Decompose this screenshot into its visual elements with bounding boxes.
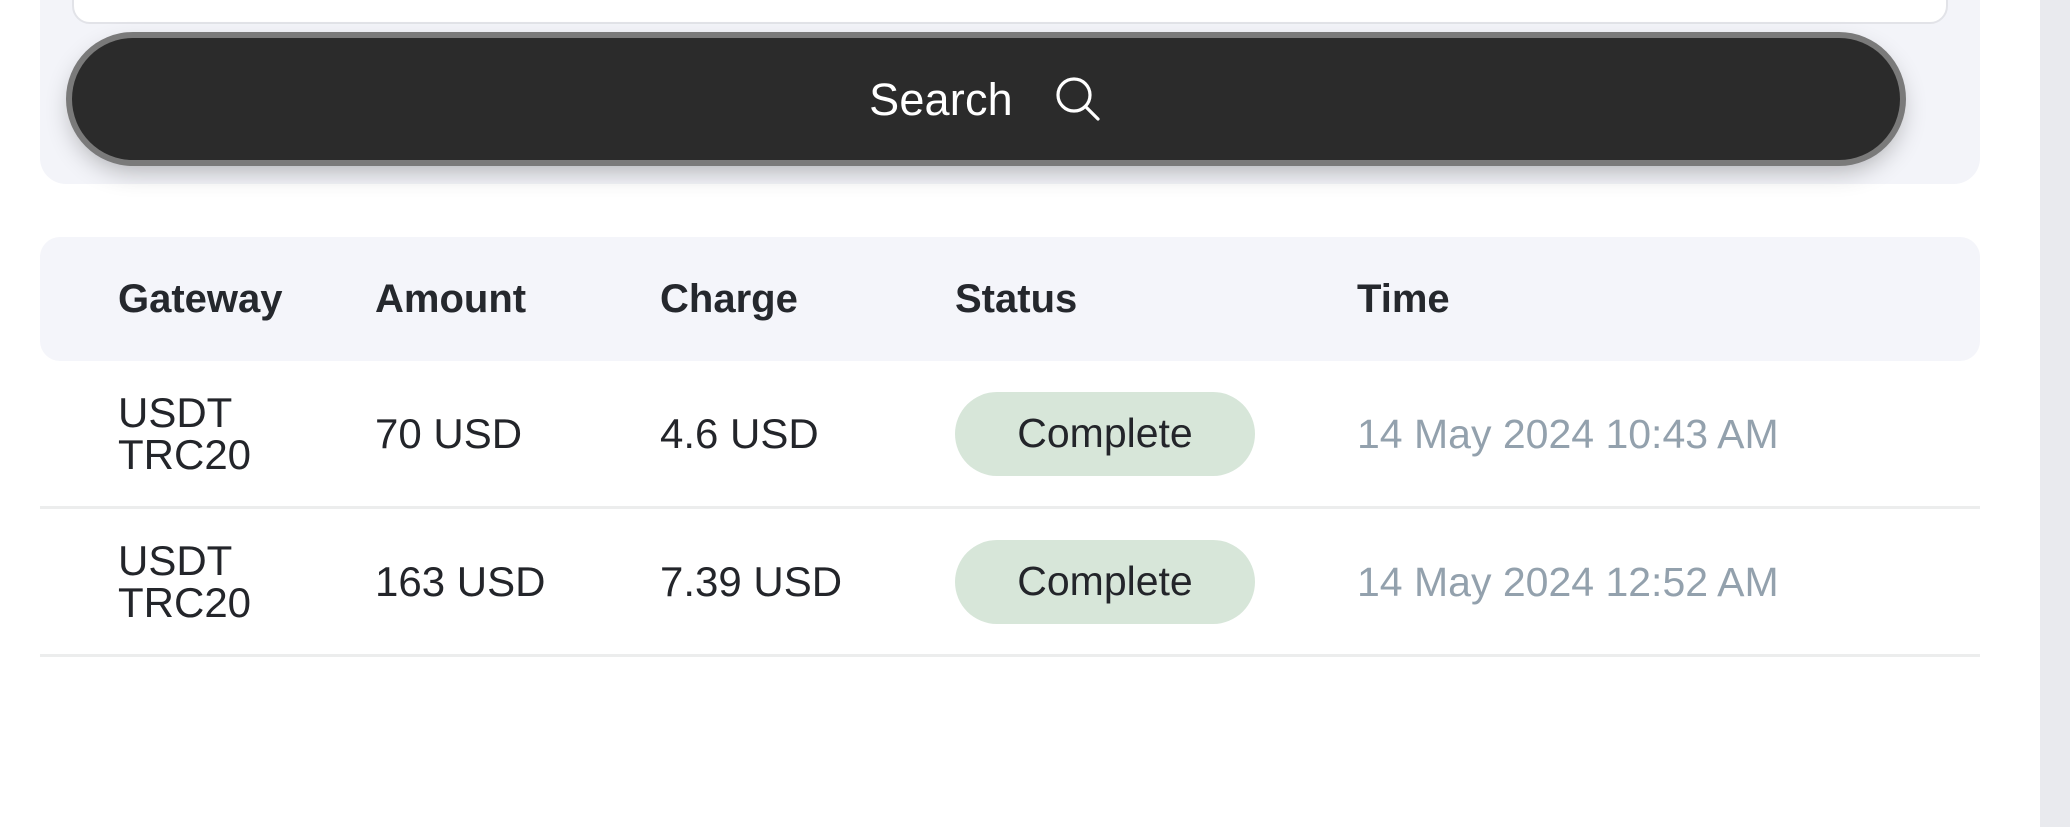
status-badge: Complete xyxy=(955,539,1255,624)
cell-amount: 163 USD xyxy=(375,557,546,605)
column-header-amount: Amount xyxy=(375,277,527,321)
table-row[interactable]: USDT TRC20 163 USD 7.39 USD Complete 14 … xyxy=(40,509,1980,657)
table-row[interactable]: USDT TRC20 70 USD 4.6 USD Complete 14 Ma… xyxy=(40,361,1980,509)
cell-time: 14 May 2024 10:43 AM xyxy=(1357,413,1902,455)
cell-gateway: USDT TRC20 xyxy=(118,388,252,478)
timestamp-text: 14 May 2024 10:43 AM xyxy=(1357,410,1779,457)
transactions-table: Gateway Amount Charge Status Time USDT T… xyxy=(40,237,1980,827)
search-icon xyxy=(1053,74,1103,124)
column-header-time: Time xyxy=(1357,277,1450,321)
transaction-history-page: Search Gateway Amount Charge Status Time… xyxy=(0,0,2070,827)
table-header-row: Gateway Amount Charge Status Time xyxy=(40,237,1980,361)
search-input[interactable] xyxy=(72,0,1948,24)
status-badge: Complete xyxy=(955,391,1255,476)
cell-status: Complete xyxy=(955,391,1357,476)
cell-status: Complete xyxy=(955,539,1357,624)
cell-amount: 70 USD xyxy=(375,409,523,457)
column-header-charge: Charge xyxy=(660,277,798,321)
search-button-label: Search xyxy=(869,73,1013,125)
search-button[interactable]: Search xyxy=(72,38,1900,160)
cell-charge: 7.39 USD xyxy=(660,557,843,605)
cell-gateway: USDT TRC20 xyxy=(118,536,252,626)
cell-time: 14 May 2024 12:52 AM xyxy=(1357,561,1902,603)
column-header-gateway: Gateway xyxy=(118,277,283,321)
column-header-status: Status xyxy=(955,277,1078,321)
cell-charge: 4.6 USD xyxy=(660,409,819,457)
vertical-scrollbar[interactable] xyxy=(2040,0,2070,827)
timestamp-text: 14 May 2024 12:52 AM xyxy=(1357,558,1779,605)
